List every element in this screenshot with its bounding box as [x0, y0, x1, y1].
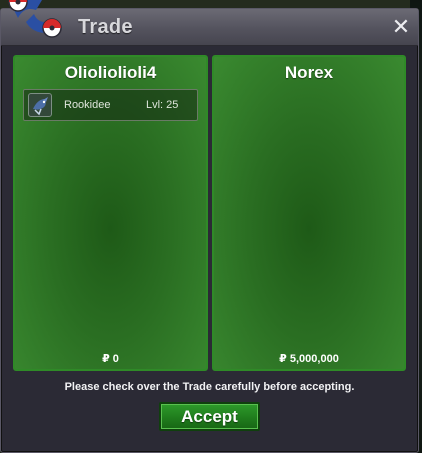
- left-player-name: Olioliolioli4: [64, 63, 157, 82]
- left-money: ₽ 0: [102, 353, 119, 365]
- right-player-name: Norex: [284, 63, 334, 82]
- accept-button[interactable]: Accept: [159, 402, 260, 431]
- trade-logo-icon: [8, 0, 62, 38]
- right-trade-panel: Norex ₽ 5,000,000: [212, 55, 406, 371]
- pokemon-name: Rookidee: [64, 99, 111, 111]
- pokemon-level: Lvl: 25: [146, 99, 179, 111]
- right-money: ₽ 5,000,000: [279, 353, 339, 365]
- rookidee-sprite-icon: [28, 93, 52, 117]
- close-button[interactable]: ✕: [390, 16, 412, 38]
- window-title: Trade: [78, 16, 133, 38]
- trade-notice: Please check over the Trade carefully be…: [64, 381, 355, 393]
- trade-window: Trade ✕ Olioliolioli4 Rookidee Lvl: 25 ₽…: [0, 8, 419, 453]
- pokemon-slot[interactable]: Rookidee Lvl: 25: [23, 89, 198, 121]
- left-trade-panel: Olioliolioli4 Rookidee Lvl: 25 ₽ 0: [13, 55, 208, 371]
